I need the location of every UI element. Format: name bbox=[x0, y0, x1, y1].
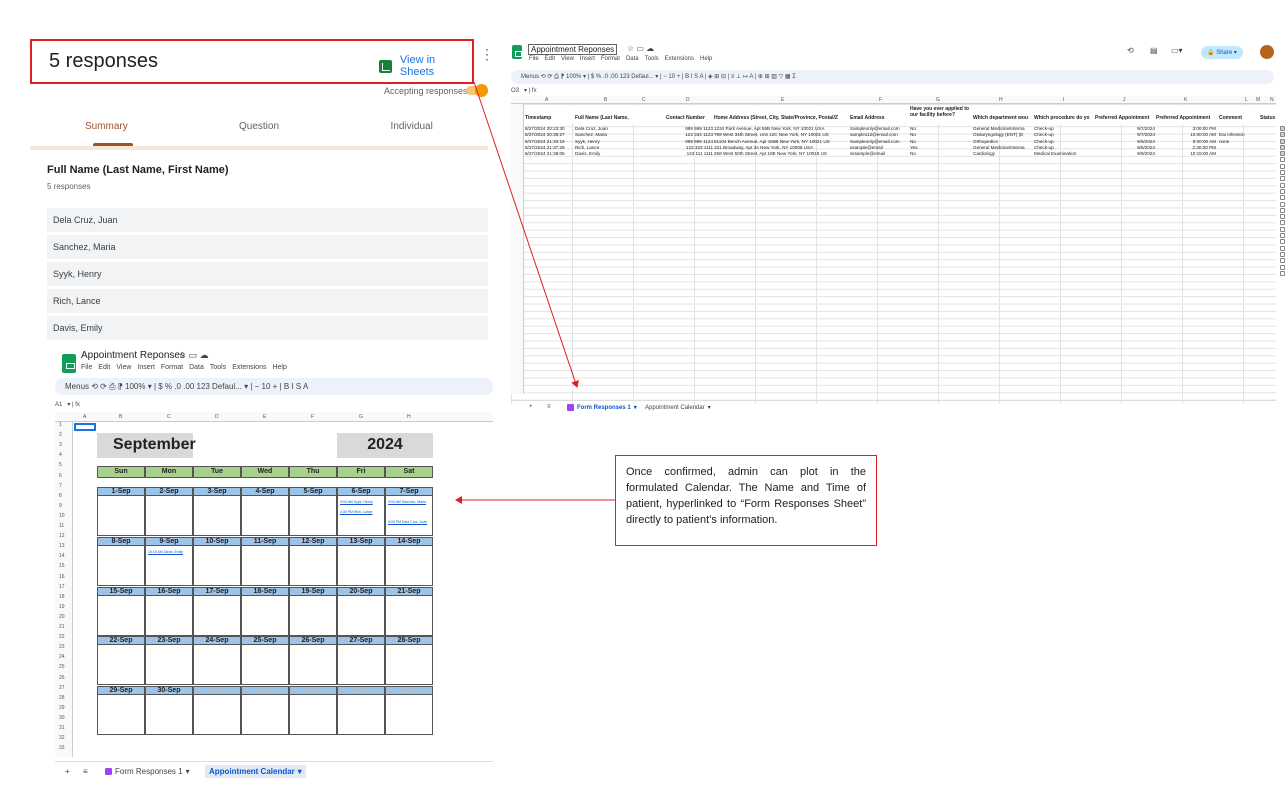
annotation-arrows bbox=[455, 81, 615, 504]
arrow-to-responses-sheet bbox=[473, 81, 579, 388]
